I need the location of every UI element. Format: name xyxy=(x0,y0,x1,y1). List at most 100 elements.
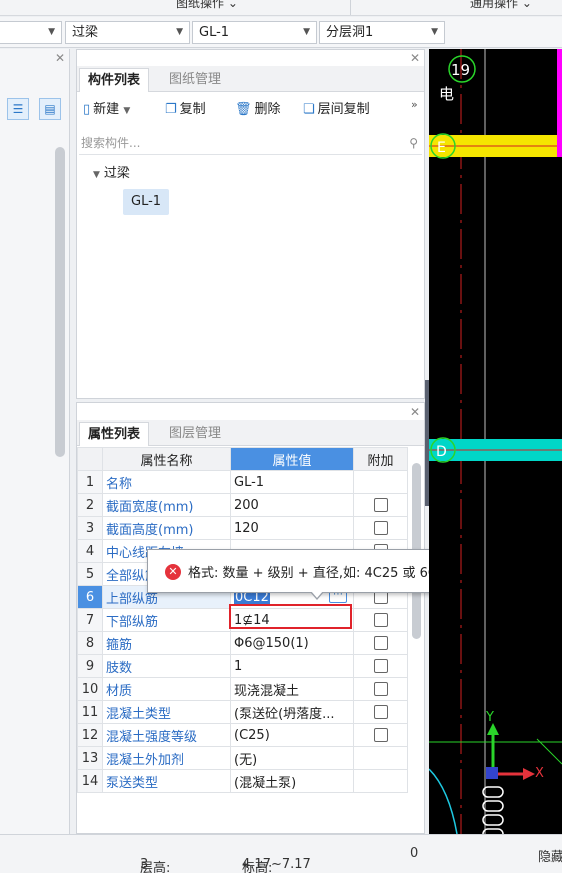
table-row[interactable]: 8 箍筋 Φ6@150(1) xyxy=(77,631,408,655)
copy-icon: ❐ xyxy=(165,102,177,117)
table-row[interactable]: 1 名称 GL-1 xyxy=(77,470,408,494)
search-icon[interactable]: ⚲ xyxy=(409,133,418,153)
component-list-panel: ✕ 构件列表 图纸管理 ▯ 新建 ▼ ❐ 复制 🗑 删除 ❏ 层间复制 » 搜索构件..… xyxy=(76,49,425,399)
type-select[interactable]: 过梁 ▼ xyxy=(65,21,190,44)
property-value[interactable]: 120 xyxy=(230,516,354,540)
table-row[interactable]: 3 截面高度(mm) 120 xyxy=(77,516,408,540)
chevron-down-icon: ▼ xyxy=(431,27,438,37)
tree-node-lintel[interactable]: ▼ 过梁 xyxy=(93,162,130,181)
extra-cell xyxy=(353,516,408,540)
table-row[interactable]: 11 混凝土类型 (泵送砼(坍落度... xyxy=(77,700,408,724)
table-row[interactable]: 12 混凝土强度等级 (C25) xyxy=(77,723,408,747)
extra-checkbox[interactable] xyxy=(373,636,388,650)
property-name: 截面高度(mm) xyxy=(102,516,231,540)
table-row[interactable]: 9 肢数 1 xyxy=(77,654,408,678)
detail-view-icon[interactable]: ▤ xyxy=(39,98,61,120)
close-icon[interactable]: ✕ xyxy=(55,51,65,65)
delete-button[interactable]: 🗑 删除 xyxy=(235,98,281,117)
more-button[interactable]: » xyxy=(411,98,418,111)
tab-layer-management[interactable]: 图层管理 xyxy=(161,422,229,446)
row-number: 13 xyxy=(77,746,103,770)
stirrup-shape xyxy=(482,786,504,798)
tab-drawing-management[interactable]: 图纸管理 xyxy=(161,68,229,92)
search-placeholder: 搜索构件... xyxy=(81,136,141,150)
row-number: 3 xyxy=(77,516,103,540)
property-name: 箍筋 xyxy=(102,631,231,655)
extra-checkbox[interactable] xyxy=(373,728,388,742)
table-row[interactable]: 13 混凝土外加剂 (无) xyxy=(77,746,408,770)
extra-cell xyxy=(353,608,408,632)
chevron-down-icon[interactable]: ▼ xyxy=(93,170,100,180)
extra-checkbox[interactable] xyxy=(373,659,388,673)
extra-checkbox[interactable] xyxy=(373,498,388,512)
row-number: 8 xyxy=(77,631,103,655)
magenta-column[interactable] xyxy=(557,49,562,157)
extra-checkbox[interactable] xyxy=(373,521,388,535)
drawing-ops-menu[interactable]: 图纸操作 ⌄ xyxy=(176,0,238,11)
table-row[interactable]: 14 泵送类型 (混凝土泵) xyxy=(77,769,408,793)
scrollbar[interactable] xyxy=(55,147,65,457)
property-name: 混凝土类型 xyxy=(102,700,231,724)
cad-drawing-canvas[interactable]: 19 电 E D Y X xyxy=(429,49,562,834)
search-input[interactable]: 搜索构件... ⚲ xyxy=(79,133,422,155)
floor-select[interactable]: ▼ xyxy=(0,21,62,44)
floor-copy-button[interactable]: ❏ 层间复制 xyxy=(303,98,370,117)
property-name: 肢数 xyxy=(102,654,231,678)
extra-cell xyxy=(353,631,408,655)
list-view-icon[interactable]: ☰ xyxy=(7,98,29,120)
tab-property-list[interactable]: 属性列表 xyxy=(79,422,150,446)
close-icon[interactable]: ✕ xyxy=(410,51,420,65)
property-value[interactable]: (无) xyxy=(230,746,354,770)
table-row[interactable]: 10 材质 现浇混凝土 xyxy=(77,677,408,701)
chevron-down-icon: ▼ xyxy=(123,106,131,116)
property-value[interactable]: (混凝土泵) xyxy=(230,769,354,793)
status-bar: 层高: 3 标高: 4.17~7.17 0 隐藏 xyxy=(0,834,562,873)
component-select[interactable]: GL-1 ▼ xyxy=(192,21,317,44)
new-button[interactable]: ▯ 新建 ▼ xyxy=(83,98,130,117)
row-number: 11 xyxy=(77,700,103,724)
arc-line xyxy=(429,768,458,834)
property-panel-tabs: 属性列表 图层管理 xyxy=(77,420,424,446)
copy-button[interactable]: ❐ 复制 xyxy=(165,98,206,117)
cad-text-label: 电 xyxy=(439,85,454,103)
table-row[interactable]: 2 截面宽度(mm) 200 xyxy=(77,493,408,517)
tooltip-tail-inner xyxy=(311,591,323,598)
property-value[interactable]: (C25) xyxy=(230,723,354,747)
extra-checkbox[interactable] xyxy=(373,682,388,696)
extra-checkbox[interactable] xyxy=(373,705,388,719)
copy-button-label: 复制 xyxy=(179,102,206,117)
error-icon: ✕ xyxy=(165,564,181,580)
floor-height-value: 3 xyxy=(140,857,149,872)
chevron-down-icon: ⌄ xyxy=(521,0,532,10)
property-name: 混凝土强度等级 xyxy=(102,723,231,747)
axis-label-e: E xyxy=(437,140,446,156)
row-number: 5 xyxy=(77,562,103,586)
property-value[interactable]: 200 xyxy=(230,493,354,517)
component-toolbar: ▯ 新建 ▼ ❐ 复制 🗑 删除 ❏ 层间复制 » xyxy=(77,93,424,121)
diagonal-line xyxy=(536,738,562,765)
property-value[interactable]: (泵送砼(坍落度... xyxy=(230,700,354,724)
hide-button[interactable]: 隐藏 xyxy=(538,846,562,865)
chevron-down-icon: ▼ xyxy=(303,27,310,37)
origin-marker xyxy=(486,767,498,779)
property-name: 截面宽度(mm) xyxy=(102,493,231,517)
extra-cell xyxy=(353,723,408,747)
general-ops-menu[interactable]: 通用操作 ⌄ xyxy=(470,0,532,11)
floor-copy-button-label: 层间复制 xyxy=(317,102,370,117)
close-icon[interactable]: ✕ xyxy=(410,405,420,419)
layer-select-value: 分层洞1 xyxy=(326,25,374,40)
extra-checkbox[interactable] xyxy=(373,613,388,627)
edit-field-highlight xyxy=(229,604,352,629)
tab-component-list[interactable]: 构件列表 xyxy=(79,68,150,92)
property-name: 混凝土外加剂 xyxy=(102,746,231,770)
property-value[interactable]: 1 xyxy=(230,654,354,678)
tree-node-label: 过梁 xyxy=(103,166,130,181)
tree-node-gl1[interactable]: GL-1 xyxy=(123,189,170,215)
axis-label-19: 19 xyxy=(451,61,470,79)
property-value[interactable]: GL-1 xyxy=(230,470,354,494)
property-value[interactable]: Φ6@150(1) xyxy=(230,631,354,655)
layer-select[interactable]: 分层洞1 ▼ xyxy=(319,21,445,44)
row-number: 12 xyxy=(77,723,103,747)
property-value[interactable]: 现浇混凝土 xyxy=(230,677,354,701)
property-list-panel: ✕ 属性列表 图层管理 属性名称 属性值 附加 1 名称 GL-1 2 截面宽度(mm)… xyxy=(76,402,425,834)
